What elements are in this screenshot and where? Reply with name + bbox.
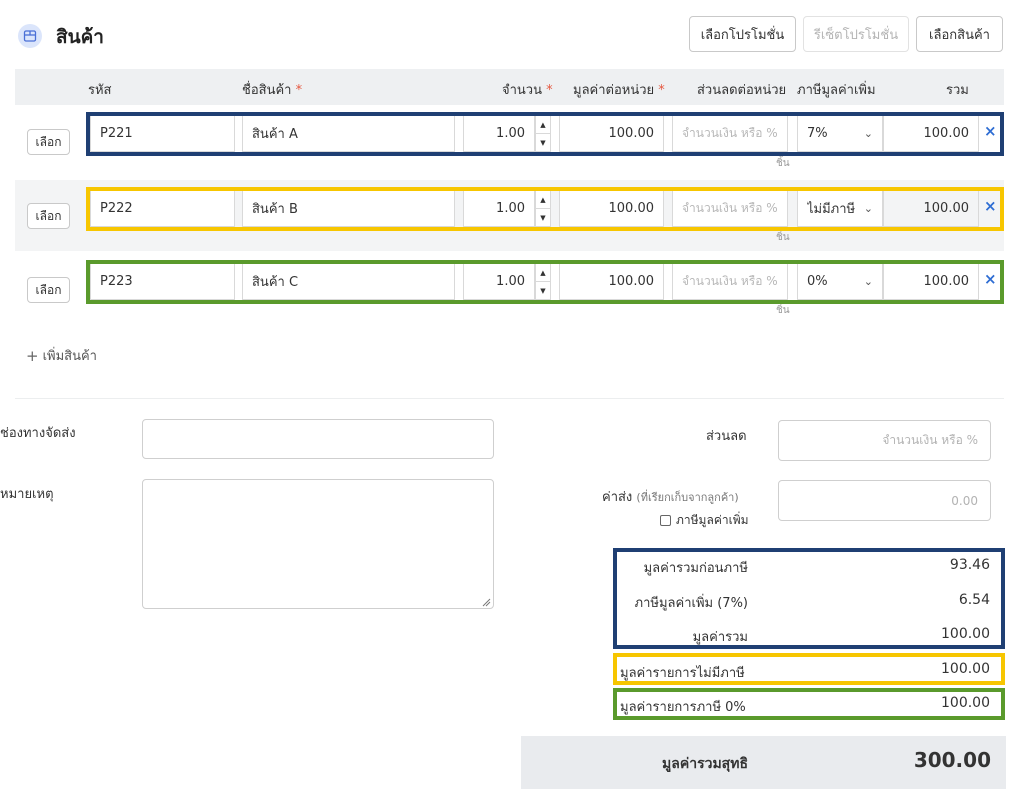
select-product-row-button[interactable]: เลือก (27, 203, 70, 229)
pre-vat-value: 93.46 (949, 557, 990, 573)
shipping-channel-input[interactable] (142, 419, 494, 459)
net-total-value: 300.00 (913, 748, 991, 772)
caret-up-icon[interactable]: ▲ (536, 116, 550, 134)
select-promotion-button[interactable]: เลือกโปรโมชั่น (689, 16, 796, 52)
resize-handle-icon[interactable] (482, 598, 491, 607)
qty-input[interactable]: 1.00 (463, 263, 535, 300)
shipping-channel-label: ช่องทางจัดส่ง (0, 426, 76, 441)
note-label: หมายเหตุ (0, 487, 54, 502)
column-total: รวม (946, 83, 969, 98)
zero-vat-label: มูลค่ารายการภาษี 0% (620, 700, 746, 715)
select-product-button[interactable]: เลือกสินค้า (916, 16, 1003, 52)
code-input[interactable]: P221 (90, 115, 235, 152)
remove-row-icon[interactable]: × (984, 122, 997, 140)
reset-promotion-button[interactable]: รีเซ็ตโปรโมชั่น (803, 16, 909, 52)
vat-amount-label: ภาษีมูลค่าเพิ่ม (7%) (634, 596, 748, 611)
divider (15, 398, 1004, 399)
column-qty: จำนวน * (502, 83, 553, 98)
qty-stepper[interactable]: ▲ ▼ (535, 263, 551, 300)
column-code: รหัส (88, 83, 112, 98)
add-product-link[interactable]: + เพิ่มสินค้า (26, 345, 97, 366)
chevron-down-icon: ⌄ (863, 127, 873, 140)
vat-amount-value: 6.54 (958, 592, 990, 608)
select-product-row-button[interactable]: เลือก (27, 277, 70, 303)
non-vat-value: 100.00 (941, 661, 990, 677)
code-input[interactable]: P222 (90, 190, 235, 227)
code-input[interactable]: P223 (90, 263, 235, 300)
plus-icon: + (26, 346, 39, 365)
name-input[interactable]: สินค้า A (242, 115, 455, 152)
shipping-fee-label: ค่าส่ง (ที่เรียกเก็บจากลูกค้า) (602, 490, 739, 505)
qty-stepper[interactable]: ▲ ▼ (535, 115, 551, 152)
zero-vat-value: 100.00 (941, 695, 990, 711)
discount-input[interactable]: จำนวนเงิน หรือ % (672, 190, 788, 227)
pre-vat-label: มูลค่ารวมก่อนภาษี (643, 561, 748, 576)
vat-select[interactable]: ไม่มีภาษี ⌄ (797, 190, 883, 227)
non-vat-label: มูลค่ารายการไม่มีภาษี (620, 666, 745, 681)
chevron-down-icon: ⌄ (863, 202, 873, 215)
column-unit-price: มูลค่าต่อหน่วย * (573, 83, 665, 98)
shipping-fee-input[interactable]: 0.00 (778, 480, 991, 521)
row-total: 100.00 (883, 190, 979, 227)
unit-price-input[interactable]: 100.00 (559, 115, 664, 152)
unit-label: ชิ้น (776, 232, 790, 243)
select-product-row-button[interactable]: เลือก (27, 129, 70, 155)
discount-input[interactable]: จำนวนเงิน หรือ % (672, 115, 788, 152)
net-total-label: มูลค่ารวมสุทธิ (662, 756, 748, 772)
qty-stepper[interactable]: ▲ ▼ (535, 190, 551, 227)
qty-input[interactable]: 1.00 (463, 115, 535, 152)
chevron-down-icon: ⌄ (863, 275, 873, 288)
vat-select[interactable]: 0% ⌄ (797, 263, 883, 300)
remove-row-icon[interactable]: × (984, 197, 997, 215)
name-input[interactable]: สินค้า B (242, 190, 455, 227)
box-icon (18, 24, 42, 48)
discount-total-input[interactable]: จำนวนเงิน หรือ % (778, 420, 991, 461)
row-total: 100.00 (883, 263, 979, 300)
unit-price-input[interactable]: 100.00 (559, 263, 664, 300)
caret-down-icon[interactable]: ▼ (536, 134, 550, 151)
unit-label: ชิ้น (776, 305, 790, 316)
discount-input[interactable]: จำนวนเงิน หรือ % (672, 263, 788, 300)
column-name: ชื่อสินค้า * (242, 83, 303, 98)
unit-label: ชิ้น (776, 158, 790, 169)
total-value: 100.00 (941, 626, 990, 642)
vat-select[interactable]: 7% ⌄ (797, 115, 883, 152)
caret-up-icon[interactable]: ▲ (536, 191, 550, 209)
column-vat: ภาษีมูลค่าเพิ่ม (797, 83, 876, 98)
caret-down-icon[interactable]: ▼ (536, 209, 550, 226)
note-textarea[interactable] (142, 479, 494, 609)
checkbox[interactable] (660, 515, 671, 526)
row-total: 100.00 (883, 115, 979, 152)
caret-down-icon[interactable]: ▼ (536, 282, 550, 299)
qty-input[interactable]: 1.00 (463, 190, 535, 227)
shipping-vat-checkbox-row[interactable]: ภาษีมูลค่าเพิ่ม (660, 511, 749, 530)
total-label: มูลค่ารวม (692, 630, 748, 645)
discount-label: ส่วนลด (706, 429, 747, 444)
remove-row-icon[interactable]: × (984, 270, 997, 288)
column-discount: ส่วนลดต่อหน่วย (697, 83, 787, 98)
caret-up-icon[interactable]: ▲ (536, 264, 550, 282)
name-input[interactable]: สินค้า C (242, 263, 455, 300)
unit-price-input[interactable]: 100.00 (559, 190, 664, 227)
page-title: สินค้า (56, 26, 104, 48)
